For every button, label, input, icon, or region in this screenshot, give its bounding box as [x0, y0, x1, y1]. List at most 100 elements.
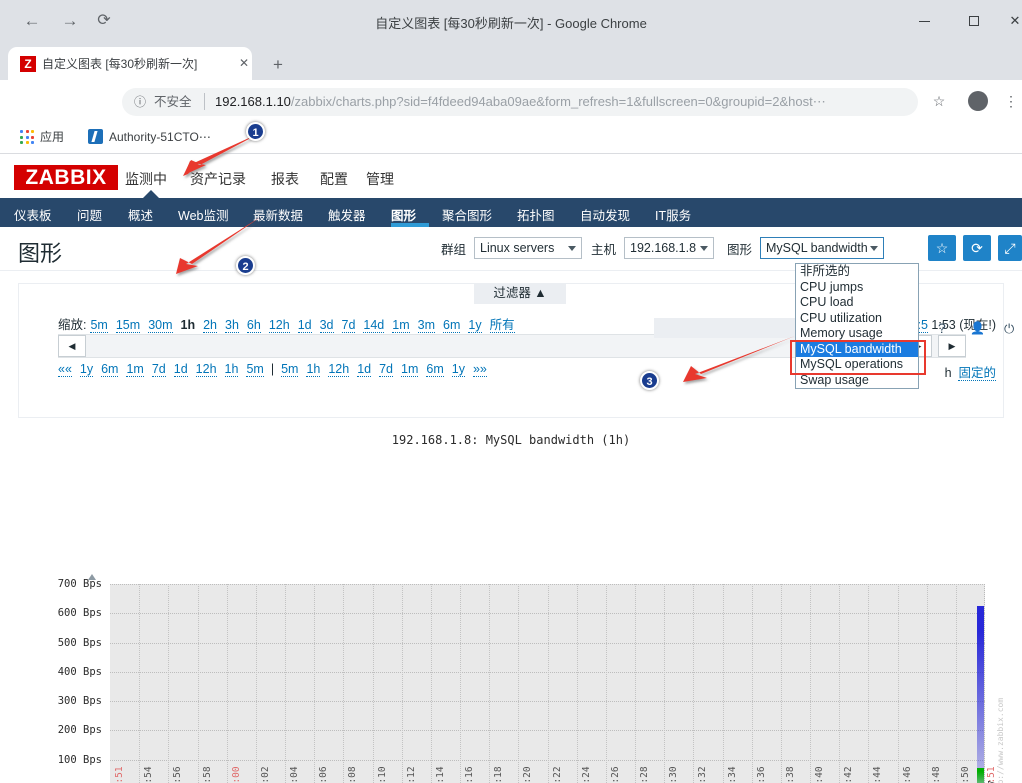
zoom-option-3d[interactable]: 3d: [319, 318, 334, 333]
dropdown-option-1[interactable]: CPU jumps: [796, 280, 918, 296]
info-circle-icon[interactable]: ⓘ: [132, 94, 148, 110]
graph-select[interactable]: MySQL bandwidth: [760, 237, 884, 259]
browser-tabstrip: Z 自定义图表 [每30秒刷新一次] ✕ +: [0, 42, 1022, 80]
scroll-right-button-2[interactable]: ▶: [938, 335, 966, 357]
url-path: /zabbix/charts.php?sid=f4fdeed94aba09ae&…: [290, 94, 826, 109]
window-maximize-button[interactable]: [961, 9, 987, 33]
x-tick-20:54: 20:54: [143, 766, 155, 783]
zoom-option-1h[interactable]: 1h: [181, 318, 196, 332]
jump-forward-1h[interactable]: 1h: [306, 362, 321, 377]
jump-back-12h[interactable]: 12h: [195, 362, 217, 377]
top-menu-2[interactable]: 报表: [271, 169, 299, 189]
forward-arrow-icon[interactable]: →: [58, 9, 82, 33]
zoom-option-1d[interactable]: 1d: [297, 318, 312, 333]
jump-back-1m[interactable]: 1m: [126, 362, 144, 377]
subnav-item-10[interactable]: IT服务: [655, 205, 691, 224]
back-arrow-icon[interactable]: ←: [20, 9, 44, 33]
y-tick-300: 300 Bps: [57, 695, 102, 708]
zoom-option-3m[interactable]: 3m: [417, 318, 436, 333]
subnav-item-5[interactable]: 触发器: [328, 205, 366, 224]
dropdown-option-5[interactable]: MySQL bandwidth: [796, 341, 918, 357]
jump-back-6m[interactable]: 6m: [101, 362, 119, 377]
jump-back-1d[interactable]: 1d: [173, 362, 188, 377]
group-select[interactable]: Linux servers: [474, 237, 582, 259]
favorite-star-icon[interactable]: ☆: [928, 235, 956, 261]
dropdown-option-3[interactable]: CPU utilization: [796, 311, 918, 327]
window-close-button[interactable]: ✕: [1002, 9, 1022, 33]
zoom-option-5m[interactable]: 5m: [90, 318, 108, 333]
graph-plot-area[interactable]: [110, 584, 985, 783]
dropdown-option-4[interactable]: Memory usage: [796, 326, 918, 342]
expand-icon[interactable]: ⤢: [998, 235, 1022, 261]
host-select[interactable]: 192.168.1.8: [624, 237, 714, 259]
graph-select-dropdown[interactable]: 非所选的 CPU jumps CPU load CPU utilization Memo…: [795, 263, 919, 389]
jump-forward-1m[interactable]: 1m: [401, 362, 419, 377]
jump-last[interactable]: »»: [472, 362, 487, 377]
jump-back-5m[interactable]: 5m: [246, 362, 264, 377]
y-tick-100: 100 Bps: [57, 753, 102, 766]
x-tick-21:14: 21:14: [434, 766, 446, 783]
zoom-option-6h[interactable]: 6h: [246, 318, 261, 333]
zoom-option-2h[interactable]: 2h: [203, 318, 218, 333]
window-minimize-button[interactable]: [911, 9, 937, 33]
jump-forward-5m[interactable]: 5m: [281, 362, 299, 377]
power-icon[interactable]: ⏻: [1004, 321, 1014, 337]
zoom-option-1m[interactable]: 1m: [392, 318, 410, 333]
jump-forward-1d[interactable]: 1d: [357, 362, 372, 377]
fixed-link[interactable]: 固定的: [958, 366, 996, 381]
top-menu-4[interactable]: 管理: [366, 169, 394, 189]
subnav-item-6[interactable]: 图形: [391, 205, 416, 224]
jump-back-1h[interactable]: 1h: [224, 362, 239, 377]
fixed-period-row: h 固定的: [945, 362, 996, 381]
zoom-option-3h[interactable]: 3h: [225, 318, 239, 333]
dropdown-option-2[interactable]: CPU load: [796, 295, 918, 311]
dropdown-option-7[interactable]: Swap usage: [796, 373, 918, 389]
plot-right-edge: [984, 584, 985, 783]
help-icon[interactable]: ?: [938, 320, 946, 336]
scroll-left-button[interactable]: ◀: [58, 335, 86, 357]
gridline-v-11: [460, 584, 461, 783]
subnav-item-7[interactable]: 聚合图形: [442, 205, 492, 224]
filter-tab[interactable]: 过滤器 ▲: [474, 283, 566, 304]
subnav-item-9[interactable]: 自动发现: [580, 205, 630, 224]
jump-forward-12h[interactable]: 12h: [328, 362, 350, 377]
browser-tab-title: 自定义图表 [每30秒刷新一次]: [42, 57, 198, 71]
new-tab-button[interactable]: +: [266, 54, 290, 78]
refresh-icon[interactable]: ⟳: [963, 235, 991, 261]
zoom-option-15m[interactable]: 15m: [115, 318, 141, 333]
apps-label[interactable]: 应用: [40, 130, 64, 144]
dropdown-option-6[interactable]: MySQL operations: [796, 357, 918, 373]
browser-tab[interactable]: Z 自定义图表 [每30秒刷新一次] ✕: [8, 47, 252, 80]
jump-back-1y[interactable]: 1y: [79, 362, 94, 377]
zoom-option-14d[interactable]: 14d: [363, 318, 385, 333]
reload-icon[interactable]: ⟳: [92, 9, 116, 33]
close-icon[interactable]: ✕: [236, 56, 252, 72]
chrome-menu-icon[interactable]: ⋮: [1004, 92, 1018, 110]
jump-forward-1y[interactable]: 1y: [451, 362, 465, 377]
zoom-option-30m[interactable]: 30m: [148, 318, 173, 333]
graph-label: 图形: [727, 243, 753, 257]
user-icon[interactable]: 👤: [970, 321, 985, 335]
jump-forward-6m[interactable]: 6m: [426, 362, 444, 377]
zoom-option-7d[interactable]: 7d: [341, 318, 356, 333]
jump-separator: |: [270, 362, 275, 376]
subnav-item-0[interactable]: 仪表板: [14, 205, 52, 224]
zoom-option-6m[interactable]: 6m: [443, 318, 461, 333]
browser-titlebar: 自定义图表 [每30秒刷新一次] - Google Chrome ✕: [0, 0, 1022, 42]
zoom-option-所有[interactable]: 所有: [489, 318, 515, 333]
jump-first[interactable]: ««: [58, 362, 72, 377]
gridline-v-22: [780, 584, 782, 783]
jump-back-7d[interactable]: 7d: [151, 362, 166, 377]
zoom-option-1y[interactable]: 1y: [468, 318, 482, 333]
jump-forward-7d[interactable]: 7d: [379, 362, 394, 377]
subnav-item-8[interactable]: 拓扑图: [517, 205, 555, 224]
dropdown-option-0[interactable]: 非所选的: [796, 264, 918, 280]
bookmark-star-icon[interactable]: ☆: [930, 93, 948, 110]
subnav-item-1[interactable]: 问题: [77, 205, 102, 224]
zabbix-logo[interactable]: ZABBIX: [14, 165, 118, 190]
profile-avatar[interactable]: [968, 91, 988, 111]
zoom-option-12h[interactable]: 12h: [268, 318, 290, 333]
apps-grid-icon[interactable]: [20, 130, 34, 144]
gridline-v-9: [401, 584, 403, 783]
top-menu-3[interactable]: 配置: [320, 169, 348, 189]
